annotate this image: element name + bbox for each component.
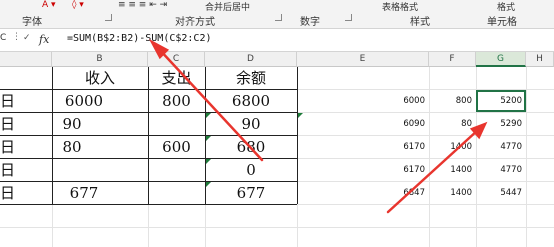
arrow-to-formula (156, 46, 264, 162)
annotation-arrows (148, 38, 488, 214)
arrow-to-cell (386, 128, 480, 214)
